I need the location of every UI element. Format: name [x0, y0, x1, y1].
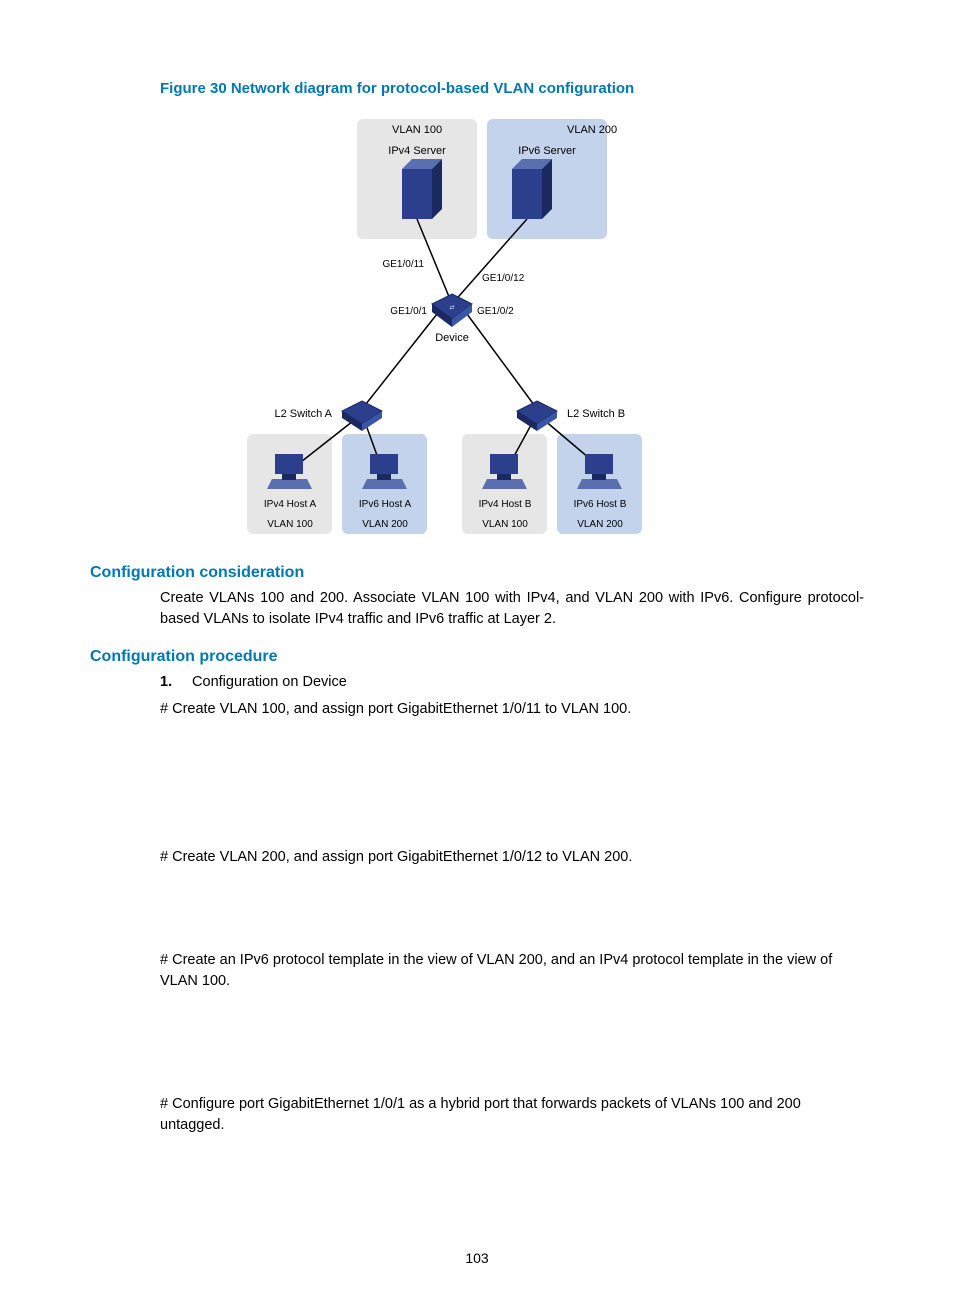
- label-ge1-0-1: GE1/0/1: [390, 306, 427, 317]
- hash-create-vlan100: # Create VLAN 100, and assign port Gigab…: [160, 699, 864, 720]
- label-ipv4-host-b: IPv4 Host B: [479, 499, 532, 510]
- label-ipv6-server: IPv6 Server: [518, 145, 576, 157]
- network-diagram: ⇄: [227, 109, 727, 539]
- label-ge1-0-2: GE1/0/2: [477, 306, 514, 317]
- code-gap-3: [90, 998, 864, 1088]
- figure-caption: Figure 30 Network diagram for protocol-b…: [160, 80, 864, 97]
- heading-configuration-procedure: Configuration procedure: [90, 648, 864, 666]
- label-vlan200-top: VLAN 200: [567, 124, 617, 136]
- step-1-label: Configuration on Device: [192, 674, 347, 690]
- label-vlan200-a: VLAN 200: [362, 519, 408, 530]
- page-number: 103: [0, 1250, 954, 1266]
- label-ge1-0-12: GE1/0/12: [482, 273, 525, 284]
- label-ge1-0-11: GE1/0/11: [382, 259, 424, 270]
- label-vlan100-b: VLAN 100: [482, 519, 528, 530]
- label-l2-switch-b: L2 Switch B: [567, 408, 625, 420]
- label-vlan100-a: VLAN 100: [267, 519, 313, 530]
- hash-configure-hybrid: # Configure port GigabitEthernet 1/0/1 a…: [160, 1094, 864, 1136]
- code-gap-1: [90, 726, 864, 841]
- label-vlan200-b: VLAN 200: [577, 519, 623, 530]
- label-ipv6-host-a: IPv6 Host A: [359, 499, 412, 510]
- label-ipv6-host-b: IPv6 Host B: [574, 499, 627, 510]
- hash-create-templates: # Create an IPv6 protocol template in th…: [160, 950, 864, 992]
- consideration-body: Create VLANs 100 and 200. Associate VLAN…: [160, 588, 864, 630]
- svg-text:⇄: ⇄: [449, 304, 454, 311]
- label-device: Device: [435, 332, 469, 344]
- ipv4-server-icon: [402, 159, 442, 219]
- label-ipv4-server: IPv4 Server: [388, 145, 446, 157]
- step-1-number: 1.: [160, 672, 188, 693]
- code-gap-2: [90, 874, 864, 944]
- device-switch-icon: ⇄: [432, 294, 472, 327]
- heading-configuration-consideration: Configuration consideration: [90, 564, 864, 582]
- ipv6-server-icon: [512, 159, 552, 219]
- label-vlan100-top: VLAN 100: [392, 124, 442, 136]
- step-1: 1. Configuration on Device: [160, 672, 864, 693]
- label-l2-switch-a: L2 Switch A: [275, 408, 333, 420]
- page: Figure 30 Network diagram for protocol-b…: [0, 0, 954, 1296]
- hash-create-vlan200: # Create VLAN 200, and assign port Gigab…: [160, 847, 864, 868]
- l2-switch-a-icon: [342, 401, 382, 431]
- label-ipv4-host-a: IPv4 Host A: [264, 499, 317, 510]
